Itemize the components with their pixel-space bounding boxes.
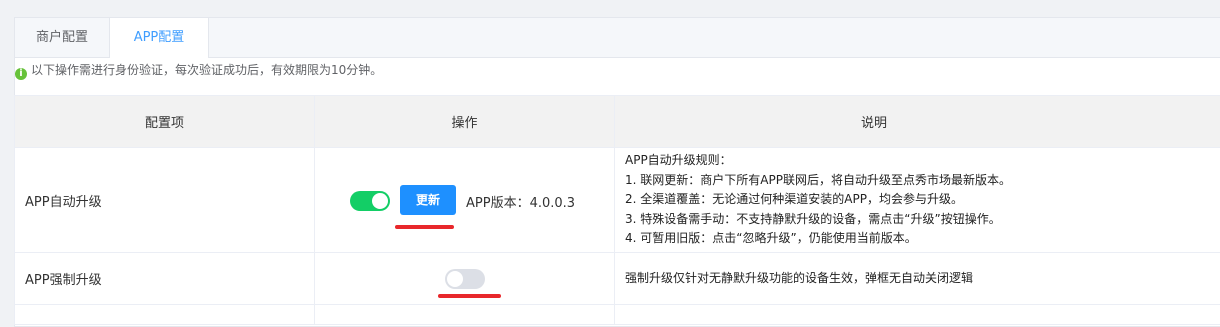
table-cell	[314, 304, 615, 325]
desc-line: APP自动升级规则：	[625, 153, 732, 168]
row-label-auto-upgrade: APP自动升级	[14, 147, 315, 253]
app-version: APP版本：4.0.0.3	[466, 196, 576, 211]
tab-merchant-config[interactable]: 商户配置	[15, 18, 109, 57]
annotation-underline	[395, 225, 454, 229]
tab-bar: 商户配置 APP配置	[15, 18, 1220, 58]
info-icon: i	[15, 68, 27, 80]
desc-line: 3. 特殊设备需手动：不支持静默升级的设备，需点击“升级”按钮操作。	[625, 211, 1001, 226]
auto-upgrade-operations: 更新 APP版本：4.0.0.3	[314, 147, 615, 253]
header-description-label: 说明	[860, 116, 887, 131]
header-operation: 操作	[314, 95, 615, 148]
config-table: 配置项 操作 说明 APP自动升级 更新 APP版本：4.0.0.3 APP自动…	[14, 95, 1220, 325]
force-upgrade-description: 强制升级仅针对无静默升级功能的设备生效，弹框无自动关闭逻辑	[614, 252, 1220, 305]
table-header-row: 配置项 操作 说明	[14, 95, 1220, 148]
toggle-knob	[372, 193, 388, 209]
header-description: 说明	[614, 95, 1220, 148]
notice-text: 以下操作需进行身份验证，每次验证成功后，有效期限为10分钟。	[31, 63, 383, 77]
verification-notice: i 以下操作需进行身份验证，每次验证成功后，有效期限为10分钟。	[15, 62, 382, 80]
update-button[interactable]: 更新	[400, 185, 456, 215]
header-config-item: 配置项	[14, 95, 315, 148]
auto-upgrade-description: APP自动升级规则： 1. 联网更新：商户下所有APP联网后，将自动升级至点秀市…	[614, 147, 1220, 253]
table-row: APP强制升级 强制升级仅针对无静默升级功能的设备生效，弹框无自动关闭逻辑	[14, 252, 1220, 305]
desc-line: 1. 联网更新：商户下所有APP联网后，将自动升级至点秀市场最新版本。	[625, 172, 1011, 187]
auto-upgrade-toggle[interactable]	[350, 191, 390, 211]
desc-line: 4. 可暂用旧版：点击“忽略升级”，仍能使用当前版本。	[625, 231, 917, 246]
tab-app-config[interactable]: APP配置	[109, 18, 209, 58]
toggle-knob	[447, 271, 463, 287]
annotation-underline	[438, 294, 501, 298]
row-label-force-upgrade: APP强制升级	[14, 252, 315, 305]
table-cell	[14, 304, 315, 325]
table-cell	[614, 304, 1220, 325]
force-upgrade-operations	[314, 252, 615, 305]
table-row: APP自动升级 更新 APP版本：4.0.0.3 APP自动升级规则： 1. 联…	[14, 147, 1220, 253]
force-upgrade-toggle[interactable]	[445, 269, 485, 289]
desc-line: 2. 全渠道覆盖：无论通过何种渠道安装的APP，均会参与升级。	[625, 192, 963, 207]
table-row	[14, 304, 1220, 325]
